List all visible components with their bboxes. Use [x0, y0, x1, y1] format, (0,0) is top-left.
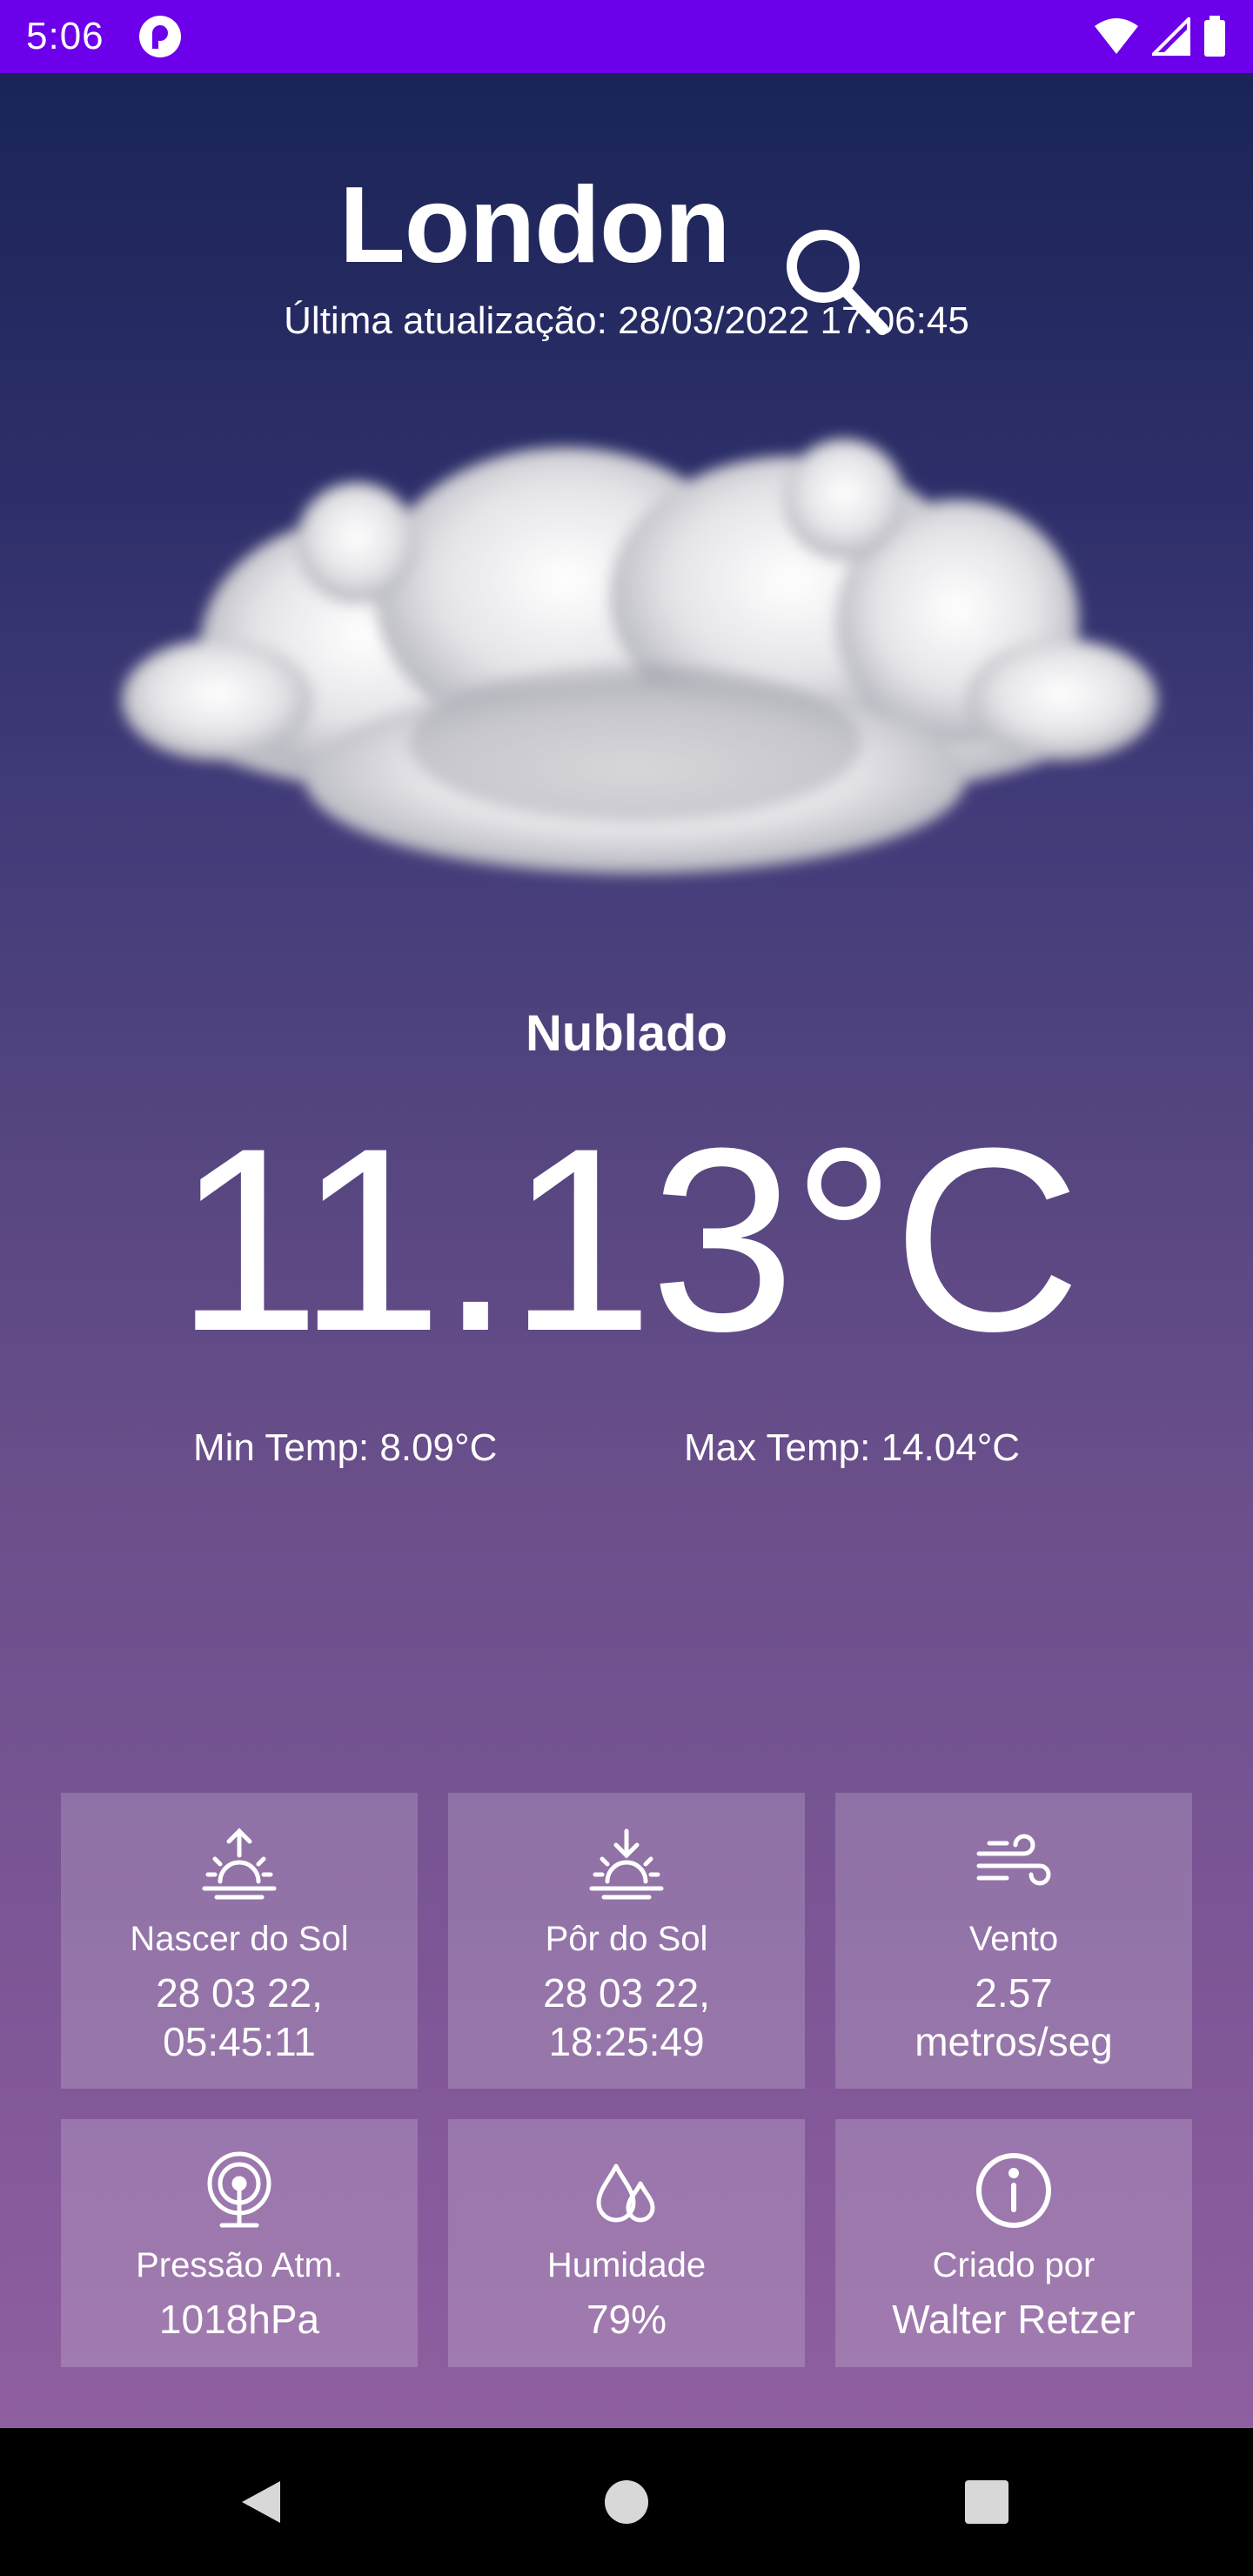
sunset-card: Pôr do Sol 28 03 22, 18:25:49 — [448, 1793, 805, 2089]
wind-unit: metros/seg — [915, 2019, 1113, 2064]
humidity-value: 79% — [586, 2297, 667, 2342]
humidity-label: Humidade — [546, 2246, 707, 2284]
city-name: London — [339, 165, 730, 285]
back-icon[interactable] — [235, 2476, 287, 2528]
max-temperature: Max Temp: 14.04°C — [684, 1426, 1021, 1469]
navigation-bar — [0, 2428, 1253, 2576]
weather-screen: London Última atualização: 28/03/2022 17… — [0, 73, 1253, 2428]
sunrise-time: 05:45:11 — [163, 2019, 316, 2064]
min-max-temperature: Min Temp: 8.09°C Max Temp: 14.04°C — [0, 1426, 1253, 1496]
wind-speed: 2.57 — [975, 1970, 1053, 2016]
status-time: 5:06 — [26, 15, 104, 57]
created-by-card: Criado por Walter Retzer — [835, 2119, 1192, 2367]
sunset-label: Pôr do Sol — [545, 1920, 708, 1958]
wifi-icon — [1095, 18, 1138, 54]
cloud-icon — [122, 439, 1157, 874]
sunset-icon — [589, 1828, 664, 1900]
created-by-value: Walter Retzer — [892, 2297, 1136, 2342]
sunset-time: 18:25:49 — [548, 2019, 705, 2064]
weather-condition: Nublado — [526, 1005, 727, 1062]
weather-details-grid: Nascer do Sol 28 03 22, 05:45:11 Pôr do … — [61, 1793, 1192, 2367]
sunrise-icon — [202, 1828, 277, 1900]
last-updated: Última atualização: 28/03/2022 17:06:45 — [284, 299, 969, 342]
pressure-icon — [207, 2151, 271, 2228]
pressure-card: Pressão Atm. 1018hPa — [61, 2119, 418, 2367]
signal-icon — [1152, 17, 1190, 56]
wind-icon — [976, 1834, 1051, 1886]
sunset-value: 28 03 22, 18:25:49 — [543, 1969, 710, 2066]
sunrise-date: 28 03 22, — [156, 1970, 323, 2016]
sunset-date: 28 03 22, — [543, 1970, 710, 2016]
status-bar: 5:06 — [0, 0, 1253, 73]
wind-value: 2.57 metros/seg — [915, 1969, 1113, 2066]
created-by-label: Criado por — [932, 2246, 1096, 2284]
pressure-value: 1018hPa — [158, 2297, 320, 2342]
status-icons — [1093, 16, 1227, 57]
wind-card: Vento 2.57 metros/seg — [835, 1793, 1192, 2089]
humidity-icon — [596, 2163, 655, 2223]
min-temperature: Min Temp: 8.09°C — [193, 1426, 498, 1469]
sunrise-value: 28 03 22, 05:45:11 — [156, 1969, 323, 2066]
wind-label: Vento — [968, 1920, 1059, 1958]
home-icon[interactable] — [602, 2478, 651, 2526]
app-notification-icon — [138, 16, 181, 57]
current-temperature: 11.13°C — [175, 1093, 1081, 1385]
pressure-label: Pressão Atm. — [136, 2246, 343, 2284]
battery-icon — [1204, 16, 1225, 57]
humidity-card: Humidade 79% — [448, 2119, 805, 2367]
recents-icon[interactable] — [963, 2479, 1010, 2526]
sunrise-label: Nascer do Sol — [130, 1920, 349, 1958]
sunrise-card: Nascer do Sol 28 03 22, 05:45:11 — [61, 1793, 418, 2089]
info-icon — [976, 2153, 1051, 2228]
header: London — [0, 143, 1253, 335]
